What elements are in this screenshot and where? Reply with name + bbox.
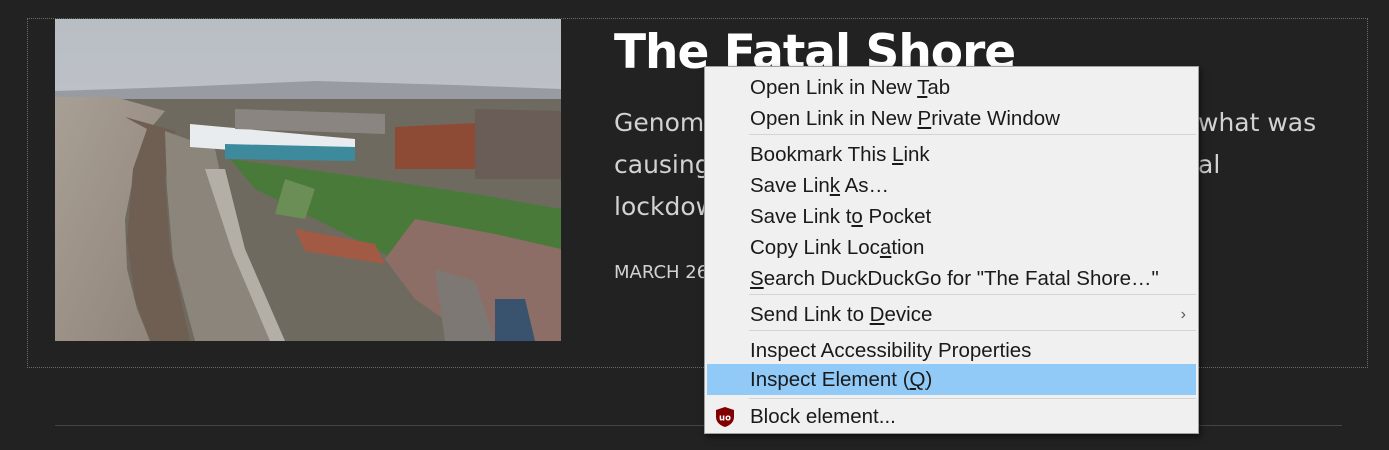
article-excerpt-line-2-end: al (1198, 150, 1221, 179)
menu-label: Save Lin (750, 174, 830, 197)
menu-item-save-to-pocket[interactable]: Save Link to Pocket (707, 202, 1196, 231)
access-key: T (917, 76, 928, 99)
menu-label: Save Link t (750, 205, 852, 228)
context-menu: Open Link in New Tab Open Link in New Pr… (704, 66, 1199, 434)
menu-label: Copy Link Loc (750, 236, 880, 259)
chevron-right-icon: › (1180, 306, 1186, 323)
menu-item-search-duckduckgo[interactable]: Search DuckDuckGo for "The Fatal Shore…" (707, 264, 1196, 293)
menu-label: rivate Window (931, 107, 1060, 130)
menu-label: Open Link in New (750, 76, 918, 99)
article-date: MARCH 26 (614, 262, 709, 283)
access-key: o (851, 205, 863, 228)
menu-label: Block element... (750, 405, 896, 428)
menu-label: Bookmark This (750, 143, 893, 166)
access-key: Q (909, 368, 926, 391)
menu-separator (749, 294, 1196, 295)
menu-item-send-to-device[interactable]: Send Link to Device › (707, 300, 1196, 329)
access-key: P (917, 107, 932, 130)
menu-label: Pocket (862, 205, 932, 228)
menu-label: Open Link in New (750, 107, 918, 130)
menu-separator (749, 134, 1196, 135)
article-excerpt-line-1-end: what was (1198, 108, 1317, 137)
ublock-badge: uo (719, 414, 731, 424)
access-key: D (869, 303, 885, 326)
menu-label: ) (925, 368, 933, 391)
menu-item-inspect-element[interactable]: Inspect Element (Q) (707, 364, 1196, 395)
menu-label: ink (903, 143, 930, 166)
menu-item-inspect-accessibility[interactable]: Inspect Accessibility Properties (707, 336, 1196, 365)
access-key: S (750, 267, 764, 290)
access-key: a (879, 236, 892, 259)
menu-label: tion (891, 236, 925, 259)
access-key: k (829, 174, 841, 197)
menu-item-save-link-as[interactable]: Save Link As… (707, 171, 1196, 200)
seafront-aerial-photo (55, 19, 561, 341)
menu-separator (749, 330, 1196, 331)
menu-label: earch DuckDuckGo for "The Fatal Shore…" (763, 267, 1159, 290)
menu-label: As… (840, 174, 890, 197)
menu-label: ab (927, 76, 951, 99)
menu-label: Inspect Accessibility Properties (750, 339, 1032, 362)
article-excerpt-line-2: causing (614, 150, 711, 179)
menu-item-bookmark-link[interactable]: Bookmark This Link (707, 140, 1196, 169)
menu-separator (749, 398, 1196, 399)
menu-label: Inspect Element ( (750, 368, 910, 391)
access-key: L (892, 143, 904, 166)
menu-item-block-element[interactable]: uo Block element... (707, 402, 1196, 431)
article-excerpt-line-1: Genomi (614, 108, 712, 137)
ublock-origin-shield-icon: uo (716, 407, 734, 427)
article-thumbnail[interactable] (55, 19, 561, 341)
menu-item-open-private-window[interactable]: Open Link in New Private Window (707, 104, 1196, 133)
article-excerpt-line-3: lockdow (614, 192, 717, 221)
menu-label: evice (884, 303, 933, 326)
menu-label: Send Link to (750, 303, 870, 326)
menu-item-copy-link-location[interactable]: Copy Link Location (707, 233, 1196, 262)
menu-item-open-new-tab[interactable]: Open Link in New Tab (707, 73, 1196, 102)
